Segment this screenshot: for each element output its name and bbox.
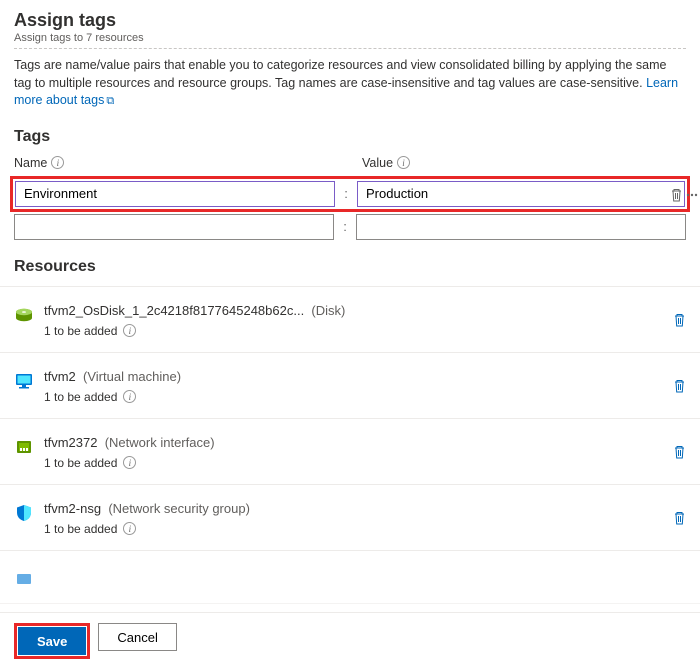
description-text: Tags are name/value pairs that enable yo… xyxy=(14,57,686,110)
name-column-header: Name xyxy=(14,156,47,170)
resource-name: tfvm2 xyxy=(44,369,76,384)
external-link-icon: ⧉ xyxy=(106,94,114,109)
resource-type: (Disk) xyxy=(311,303,345,318)
info-icon[interactable]: i xyxy=(123,324,136,337)
value-column-header: Value xyxy=(362,156,393,170)
resources-section-title: Resources xyxy=(14,258,686,276)
tag-separator: : xyxy=(334,219,356,234)
resource-name xyxy=(44,567,686,582)
tag-value-input-empty[interactable] xyxy=(356,214,686,240)
resource-name: tfvm2-nsg xyxy=(44,501,101,516)
resource-name: tfvm2372 xyxy=(44,435,97,450)
info-icon[interactable]: i xyxy=(397,156,410,169)
tag-separator: : xyxy=(335,186,357,201)
resources-list: tfvm2_OsDisk_1_2c4218f8177645248b62c... … xyxy=(0,286,700,604)
virtual-machine-icon xyxy=(14,371,34,391)
resource-row: tfvm2 (Virtual machine) 1 to be added i xyxy=(0,353,700,419)
resource-row: tfvm2_OsDisk_1_2c4218f8177645248b62c... … xyxy=(0,287,700,353)
delete-tag-icon[interactable] xyxy=(668,182,684,208)
resource-row xyxy=(0,551,700,604)
info-icon[interactable]: i xyxy=(123,522,136,535)
resource-status: 1 to be added xyxy=(44,390,117,404)
resource-status: 1 to be added xyxy=(44,522,117,536)
delete-resource-icon[interactable] xyxy=(673,511,686,525)
network-security-group-icon xyxy=(14,503,34,523)
save-highlight: Save xyxy=(14,623,90,659)
tags-section-title: Tags xyxy=(14,128,686,146)
save-button[interactable]: Save xyxy=(18,627,86,655)
resource-status: 1 to be added xyxy=(44,324,117,338)
disk-icon xyxy=(14,305,34,325)
delete-resource-icon[interactable] xyxy=(673,445,686,459)
description-body: Tags are name/value pairs that enable yo… xyxy=(14,58,666,90)
resource-icon xyxy=(14,569,34,589)
resource-type: (Virtual machine) xyxy=(83,369,181,384)
panel-subtitle: Assign tags to 7 resources xyxy=(14,32,686,44)
tag-name-input[interactable] xyxy=(15,181,335,207)
info-icon[interactable]: i xyxy=(51,156,64,169)
resource-type: (Network interface) xyxy=(105,435,215,450)
tag-name-input-empty[interactable] xyxy=(14,214,334,240)
network-interface-icon xyxy=(14,437,34,457)
resource-status: 1 to be added xyxy=(44,456,117,470)
resource-row: tfvm2-nsg (Network security group) 1 to … xyxy=(0,485,700,551)
divider xyxy=(14,48,686,49)
resource-type: (Network security group) xyxy=(108,501,250,516)
tag-value-input[interactable] xyxy=(357,181,685,207)
resource-name: tfvm2_OsDisk_1_2c4218f8177645248b62c... xyxy=(44,303,304,318)
cancel-button[interactable]: Cancel xyxy=(98,623,176,651)
footer: Save Cancel xyxy=(0,612,700,669)
panel-title: Assign tags xyxy=(14,10,686,31)
info-icon[interactable]: i xyxy=(123,390,136,403)
resource-row: tfvm2372 (Network interface) 1 to be add… xyxy=(0,419,700,485)
more-icon[interactable] xyxy=(684,182,700,208)
delete-resource-icon[interactable] xyxy=(673,379,686,393)
info-icon[interactable]: i xyxy=(123,456,136,469)
delete-resource-icon[interactable] xyxy=(673,313,686,327)
